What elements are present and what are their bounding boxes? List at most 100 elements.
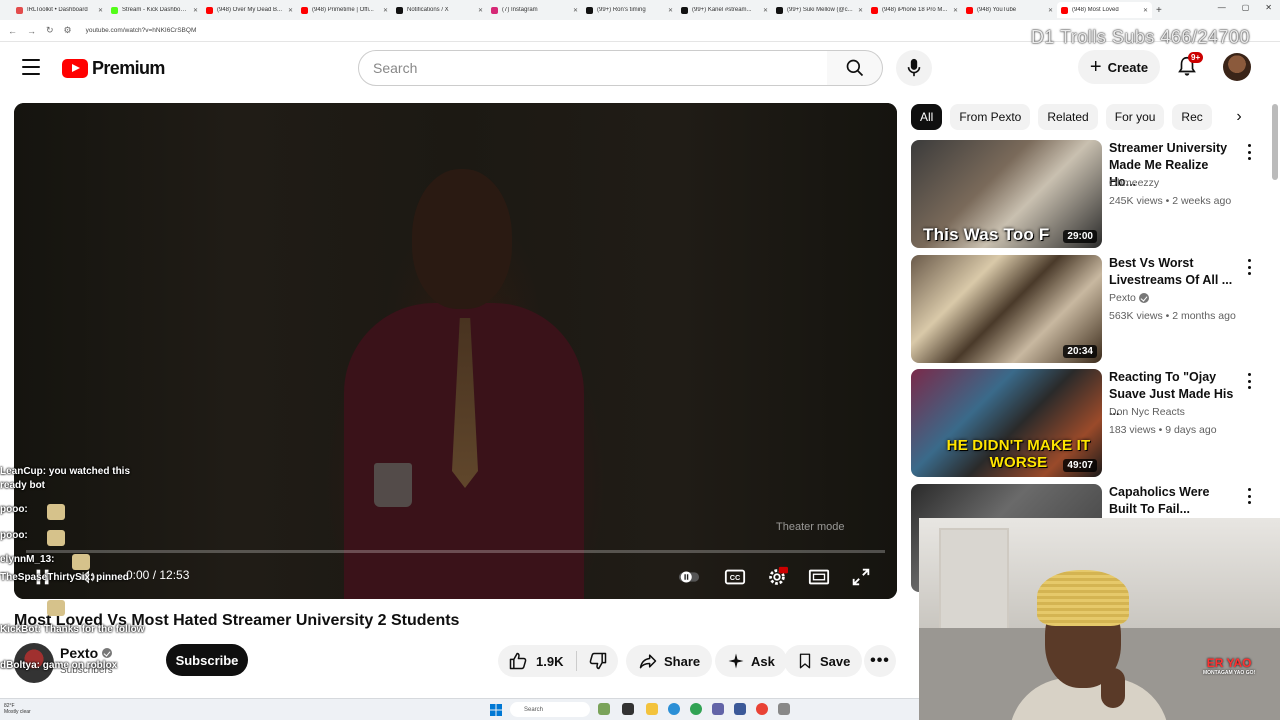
video-thumbnail[interactable]: HE DIDN'T MAKE IT WORSE 49:07 <box>911 369 1102 477</box>
menu-icon[interactable] <box>22 59 40 75</box>
chip-scroll-next-icon[interactable]: › <box>1226 104 1252 130</box>
share-arrow-icon <box>639 654 657 669</box>
save-button[interactable]: Save <box>784 645 863 677</box>
create-button[interactable]: + Create <box>1078 50 1160 84</box>
taskbar-weather[interactable]: 82°F Mostly clear <box>4 703 31 715</box>
taskbar-app-icon[interactable] <box>598 703 610 715</box>
filter-chip[interactable]: From Pexto <box>950 104 1031 130</box>
tab-close-icon[interactable]: ✕ <box>953 7 958 14</box>
captions-icon[interactable]: CC <box>724 566 746 588</box>
taskbar-search[interactable]: Search <box>510 702 590 717</box>
taskbar-edge-icon[interactable] <box>668 703 680 715</box>
filter-chip[interactable]: For you <box>1105 104 1165 130</box>
taskbar-chrome-icon[interactable] <box>756 703 768 715</box>
windows-start-icon[interactable] <box>490 703 502 716</box>
autoplay-toggle-icon[interactable] <box>678 566 700 588</box>
ask-label: Ask <box>751 653 775 669</box>
settings-gear-icon[interactable] <box>766 566 788 588</box>
close-window-icon[interactable]: ✕ <box>1265 3 1272 12</box>
minimize-icon[interactable]: — <box>1218 3 1226 12</box>
video-thumbnail[interactable]: This Was Too F 29:00 <box>911 140 1102 248</box>
chat-text: you watched this <box>48 466 131 477</box>
browser-tab[interactable]: (948) iPhone 18 Pro M... ✕ <box>867 2 962 18</box>
search-button[interactable] <box>827 50 883 86</box>
new-tab-icon[interactable]: + <box>1156 5 1162 16</box>
browser-tab[interactable]: (99+) Kanel #stream... ✕ <box>677 2 772 18</box>
filter-chip[interactable]: Related <box>1038 104 1098 130</box>
taskbar-app-icon-3[interactable] <box>712 703 724 715</box>
recommended-video[interactable]: 20:34 Best Vs Worst Livestreams Of All ..… <box>911 255 1261 363</box>
tab-close-icon[interactable]: ✕ <box>1143 7 1148 14</box>
taskbar-app-icon-2[interactable] <box>690 703 702 715</box>
search-icon <box>846 59 863 77</box>
page-scrollbar[interactable] <box>1272 104 1278 180</box>
filter-chip[interactable]: Rec <box>1172 104 1212 130</box>
browser-tab[interactable]: (7) Instagram ✕ <box>487 2 582 18</box>
browser-tab[interactable]: IRLToolkit • Dashboard ✕ <box>12 2 107 18</box>
tab-close-icon[interactable]: ✕ <box>668 7 673 14</box>
recommended-channel[interactable]: Ohmeezzy <box>1109 177 1159 189</box>
taskbar-task-view-icon[interactable] <box>622 703 634 715</box>
tab-close-icon[interactable]: ✕ <box>98 7 103 14</box>
filter-chip[interactable]: All <box>911 104 943 130</box>
account-avatar[interactable] <box>1223 53 1251 81</box>
tab-close-icon[interactable]: ✕ <box>383 7 388 14</box>
like-button[interactable]: 1.9K <box>498 645 576 677</box>
tab-close-icon[interactable]: ✕ <box>478 7 483 14</box>
recommended-video-title[interactable]: Best Vs Worst Livestreams Of All ... <box>1109 255 1237 289</box>
recommended-channel[interactable]: Don Nyc Reacts <box>1109 406 1185 418</box>
dislike-button[interactable] <box>577 645 618 677</box>
more-vertical-icon[interactable] <box>1245 488 1253 504</box>
voice-search-button[interactable] <box>896 50 932 86</box>
stream-chat-overlay: LeanCup: you watched this ready bot pooo:… <box>0 462 200 702</box>
browser-tab[interactable]: (948) Over My Dead B... ✕ <box>202 2 297 18</box>
forward-icon[interactable]: → <box>27 26 36 36</box>
site-info-icon[interactable]: ⚙ <box>64 25 72 36</box>
video-thumbnail[interactable]: 20:34 <box>911 255 1102 363</box>
search-input[interactable]: Search <box>358 50 828 86</box>
notifications-button[interactable]: 9+ <box>1176 52 1204 79</box>
tab-label: Stream - Kick Dashboard <box>122 7 189 13</box>
tab-close-icon[interactable]: ✕ <box>288 7 293 14</box>
tab-label: (948) Over My Dead B... <box>217 7 283 13</box>
reload-icon[interactable]: ↻ <box>46 25 54 36</box>
recommended-channel[interactable]: Pexto <box>1109 292 1149 304</box>
tab-favicon-icon <box>776 6 783 14</box>
browser-tab[interactable]: (948) YouTube ✕ <box>962 2 1057 18</box>
ask-button[interactable]: Ask <box>715 645 787 677</box>
recommended-video[interactable]: HE DIDN'T MAKE IT WORSE 49:07 Reacting To … <box>911 369 1261 477</box>
chat-username: pooo: <box>0 530 28 541</box>
tab-close-icon[interactable]: ✕ <box>193 7 198 14</box>
tab-close-icon[interactable]: ✕ <box>858 7 863 14</box>
tab-close-icon[interactable]: ✕ <box>763 7 768 14</box>
browser-tab-bar: IRLToolkit • Dashboard ✕ Stream - Kick Das… <box>0 0 1280 20</box>
browser-tab[interactable]: Stream - Kick Dashboard ✕ <box>107 2 202 18</box>
tab-close-icon[interactable]: ✕ <box>573 7 578 14</box>
tab-favicon-icon <box>111 6 118 14</box>
maximize-icon[interactable]: ▢ <box>1242 3 1250 12</box>
browser-tab[interactable]: (948) Primetime | Offi... ✕ <box>297 2 392 18</box>
taskbar-folder-icon[interactable] <box>646 703 658 715</box>
more-vertical-icon[interactable] <box>1245 259 1253 275</box>
tab-close-icon[interactable]: ✕ <box>1048 7 1053 14</box>
browser-tab[interactable]: (99+) Suki Mellow (@c... ✕ <box>772 2 867 18</box>
back-icon[interactable]: ← <box>8 26 17 36</box>
taskbar-settings-icon[interactable] <box>778 703 790 715</box>
browser-tab[interactable]: (948) Most Loved ✕ <box>1057 2 1152 18</box>
recommended-video-title[interactable]: Capaholics Were Built To Fail... <box>1109 484 1237 518</box>
recommended-video[interactable]: This Was Too F 29:00 Streamer University M… <box>911 140 1261 248</box>
more-vertical-icon[interactable] <box>1245 373 1253 389</box>
browser-tab[interactable]: (99+) Ron's timing ✕ <box>582 2 677 18</box>
thumbs-up-icon <box>509 652 527 670</box>
more-actions-button[interactable]: ••• <box>864 645 896 677</box>
share-button[interactable]: Share <box>626 645 713 677</box>
miniplayer-icon[interactable] <box>808 566 830 588</box>
fullscreen-icon[interactable] <box>850 566 872 588</box>
browser-tab[interactable]: Notifications / X ✕ <box>392 2 487 18</box>
url-text[interactable]: youtube.com/watch?v=hNKI6CrSBQM <box>86 27 197 34</box>
tab-favicon-icon <box>1061 6 1068 14</box>
more-vertical-icon[interactable] <box>1245 144 1253 160</box>
taskbar-app-icon-4[interactable] <box>734 703 746 715</box>
tab-label: (948) Most Loved <box>1072 7 1119 13</box>
youtube-premium-logo[interactable]: Premium <box>62 58 165 79</box>
